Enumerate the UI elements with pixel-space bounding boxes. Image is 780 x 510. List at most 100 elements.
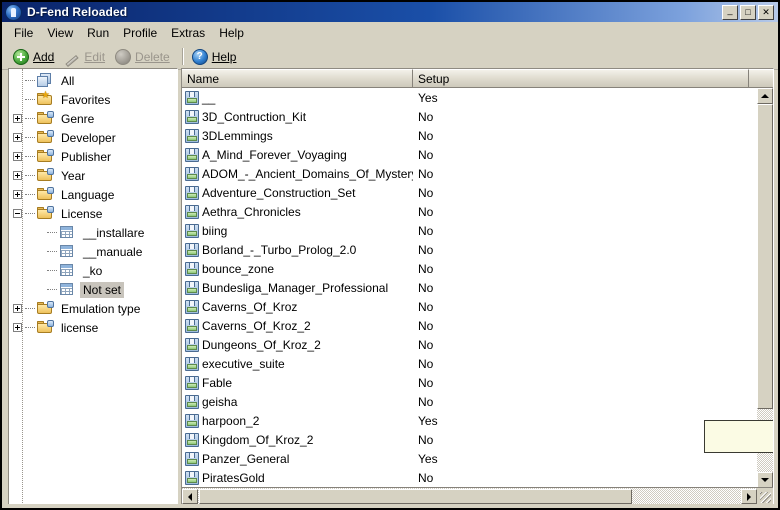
table-row[interactable]: 3D_Contruction_Kit No [182, 107, 757, 126]
folder-blue-icon [37, 168, 54, 183]
tree-item-license[interactable]: license [9, 318, 177, 337]
table-row[interactable]: Caverns_Of_Kroz No [182, 297, 757, 316]
tree-item-developer[interactable]: Developer [9, 128, 177, 147]
window-title: D-Fend Reloaded [27, 5, 128, 19]
table-row[interactable]: Caverns_Of_Kroz_2 No [182, 316, 757, 335]
cell-setup: No [418, 375, 434, 390]
table-row[interactable]: geisha No [182, 392, 757, 411]
table-row[interactable]: bounce_zone No [182, 259, 757, 278]
menu-help[interactable]: Help [212, 24, 251, 42]
scroll-left-button[interactable] [182, 489, 198, 504]
expand-icon[interactable] [13, 304, 22, 313]
tree-connector [25, 98, 35, 101]
cell-setup: No [418, 166, 434, 181]
tree-item-label: Genre [61, 111, 95, 126]
table-row[interactable]: harpoon_2 Yes [182, 411, 757, 430]
profile-name: PiratesGold [202, 470, 265, 485]
category-tree[interactable]: All ★ Favorites Genre Developer Publisher Year… [8, 68, 178, 506]
expand-icon[interactable] [13, 323, 22, 332]
help-button-label: Help [211, 49, 237, 64]
table-row[interactable]: Panzer_General Yes [182, 449, 757, 468]
menu-run[interactable]: Run [80, 24, 116, 42]
horizontal-scrollbar-thumb[interactable] [199, 489, 632, 504]
table-row[interactable]: Borland_-_Turbo_Prolog_2.0 No [182, 240, 757, 259]
tree-item-label: Year [61, 168, 86, 183]
cell-setup: No [418, 432, 434, 447]
table-row[interactable]: Adventure_Construction_Set No [182, 183, 757, 202]
application-window: D-Fend Reloaded _ □ ✕ File View Run Prof… [0, 0, 780, 510]
cell-setup: No [418, 318, 434, 333]
floppy-icon [185, 299, 199, 314]
tree-item-manuale[interactable]: __manuale [9, 242, 177, 261]
grid-icon [59, 244, 76, 259]
scroll-down-button[interactable] [757, 472, 773, 488]
cell-name: 3DLemmings [182, 128, 413, 143]
add-button-label: Add [33, 49, 55, 64]
expand-icon[interactable] [13, 190, 22, 199]
vertical-scrollbar-thumb[interactable] [757, 104, 773, 409]
expand-icon[interactable] [13, 152, 22, 161]
menu-extras[interactable]: Extras [164, 24, 212, 42]
table-row[interactable]: ADOM_-_Ancient_Domains_Of_Mystery No [182, 164, 757, 183]
profile-name: biing [202, 223, 228, 238]
column-header-setup[interactable]: Setup [413, 69, 749, 87]
expand-icon[interactable] [13, 133, 22, 142]
table-row[interactable]: A_Mind_Forever_Voyaging No [182, 145, 757, 164]
edit-button[interactable]: Edit [61, 47, 112, 67]
table-row[interactable]: PiratesGold No [182, 468, 757, 487]
maximize-button[interactable]: □ [740, 4, 756, 20]
profile-name: bounce_zone [202, 261, 275, 276]
pencil-icon [64, 49, 80, 65]
horizontal-scrollbar[interactable] [182, 487, 757, 505]
tree-item-ko[interactable]: _ko [9, 261, 177, 280]
table-row[interactable]: 3DLemmings No [182, 126, 757, 145]
folder-blue-icon [37, 187, 54, 202]
table-row[interactable]: biing No [182, 221, 757, 240]
tree-item-language[interactable]: Language [9, 185, 177, 204]
profile-name: geisha [202, 394, 238, 409]
profile-name: Caverns_Of_Kroz [202, 299, 298, 314]
scroll-up-button[interactable] [757, 88, 773, 104]
minimize-button[interactable]: _ [722, 4, 738, 20]
tree-item-publisher[interactable]: Publisher [9, 147, 177, 166]
collapse-icon[interactable] [13, 209, 22, 218]
table-row[interactable]: Fable No [182, 373, 757, 392]
menu-file[interactable]: File [7, 24, 40, 42]
tree-item-license[interactable]: License [9, 204, 177, 223]
table-row[interactable]: Kingdom_Of_Kroz_2 No [182, 430, 757, 449]
menu-view[interactable]: View [40, 24, 80, 42]
table-row[interactable]: Bundesliga_Manager_Professional No [182, 278, 757, 297]
tree-connector [25, 212, 35, 215]
tree-item-not-set[interactable]: Not set [9, 280, 177, 299]
table-row[interactable]: Aethra_Chronicles No [182, 202, 757, 221]
table-row[interactable]: Dungeons_Of_Kroz_2 No [182, 335, 757, 354]
grid-glyph [60, 283, 73, 295]
folder-blue-icon [37, 206, 54, 221]
cell-setup: No [418, 147, 434, 162]
expand-icon[interactable] [13, 114, 22, 123]
expand-icon[interactable] [13, 171, 22, 180]
close-button[interactable]: ✕ [758, 4, 774, 20]
cell-setup: No [418, 242, 434, 257]
tree-item-installare[interactable]: __installare [9, 223, 177, 242]
cell-setup: No [418, 470, 434, 485]
tree-item-all[interactable]: All [9, 71, 177, 90]
tree-item-genre[interactable]: Genre [9, 109, 177, 128]
help-button[interactable]: Help [189, 47, 244, 67]
scroll-right-button[interactable] [741, 489, 757, 504]
profile-name: Kingdom_Of_Kroz_2 [202, 432, 314, 447]
resize-grip[interactable] [757, 487, 773, 505]
tree-item-year[interactable]: Year [9, 166, 177, 185]
table-row[interactable]: __ Yes [182, 88, 757, 107]
cell-name: Aethra_Chronicles [182, 204, 413, 219]
profile-name: Aethra_Chronicles [202, 204, 301, 219]
tree-item-favorites[interactable]: ★ Favorites [9, 90, 177, 109]
add-button[interactable]: Add [10, 47, 61, 67]
blue-badge-icon [47, 149, 54, 156]
profile-rows[interactable]: __ Yes 3D_Contruction_Kit No 3DLemmings No A_M… [182, 88, 757, 488]
table-row[interactable]: executive_suite No [182, 354, 757, 373]
column-header-name[interactable]: Name [182, 69, 413, 87]
tree-item-emulation-type[interactable]: Emulation type [9, 299, 177, 318]
delete-button[interactable]: Delete [112, 47, 177, 67]
menu-profile[interactable]: Profile [116, 24, 164, 42]
